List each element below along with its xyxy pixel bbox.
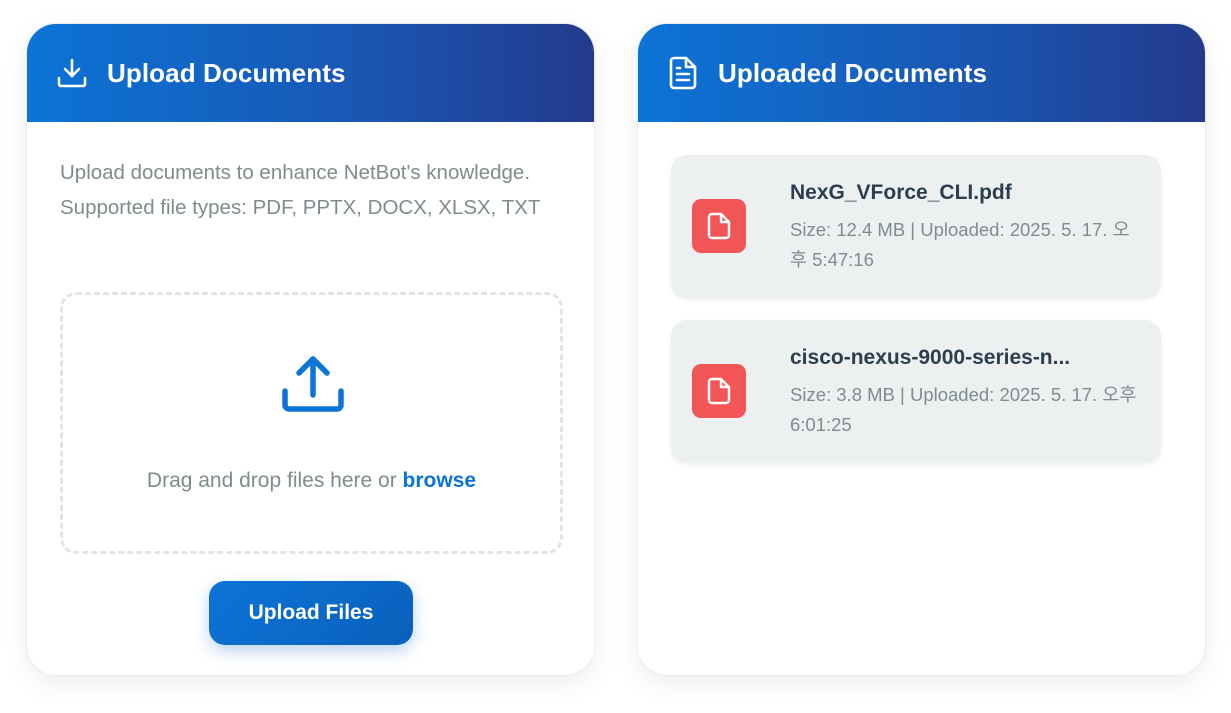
upload-card-header: Upload Documents <box>27 24 594 122</box>
upload-description: Upload documents to enhance NetBot's kno… <box>60 161 541 219</box>
page: Upload Documents Upload documents to enh… <box>0 0 1231 713</box>
file-dropzone[interactable]: Drag and drop files here or browse <box>60 292 563 554</box>
document-meta: Size: 3.8 MB | Uploaded: 2025. 5. 17. 오후… <box>790 384 1137 435</box>
document-name: NexG_VForce_CLI.pdf <box>790 181 1012 204</box>
dropzone-instruction: Drag and drop files here or <box>146 469 403 492</box>
pdf-file-icon <box>692 364 746 418</box>
download-icon <box>55 56 89 90</box>
upload-icon <box>279 351 347 419</box>
upload-files-button[interactable]: Upload Files <box>209 581 413 645</box>
uploaded-documents-card: Uploaded Documents NexG_VForce_CLI.pdf S… <box>637 23 1206 676</box>
document-meta: Size: 12.4 MB | Uploaded: 2025. 5. 17. 오… <box>790 219 1130 270</box>
pdf-file-icon <box>692 199 746 253</box>
document-item[interactable]: cisco-nexus-9000-series-n... Size: 3.8 M… <box>671 320 1161 463</box>
dropzone-text: Drag and drop files here or browse <box>63 469 560 493</box>
browse-link[interactable]: browse <box>403 469 477 492</box>
upload-card-title: Upload Documents <box>107 57 346 88</box>
document-icon <box>666 56 700 90</box>
document-item[interactable]: NexG_VForce_CLI.pdf Size: 12.4 MB | Uplo… <box>671 155 1161 298</box>
upload-documents-card: Upload Documents Upload documents to enh… <box>26 23 595 676</box>
document-name: cisco-nexus-9000-series-n... <box>790 346 1071 369</box>
uploaded-card-header: Uploaded Documents <box>638 24 1205 122</box>
uploaded-documents-list: NexG_VForce_CLI.pdf Size: 12.4 MB | Uplo… <box>671 155 1161 485</box>
uploaded-card-title: Uploaded Documents <box>718 57 988 88</box>
